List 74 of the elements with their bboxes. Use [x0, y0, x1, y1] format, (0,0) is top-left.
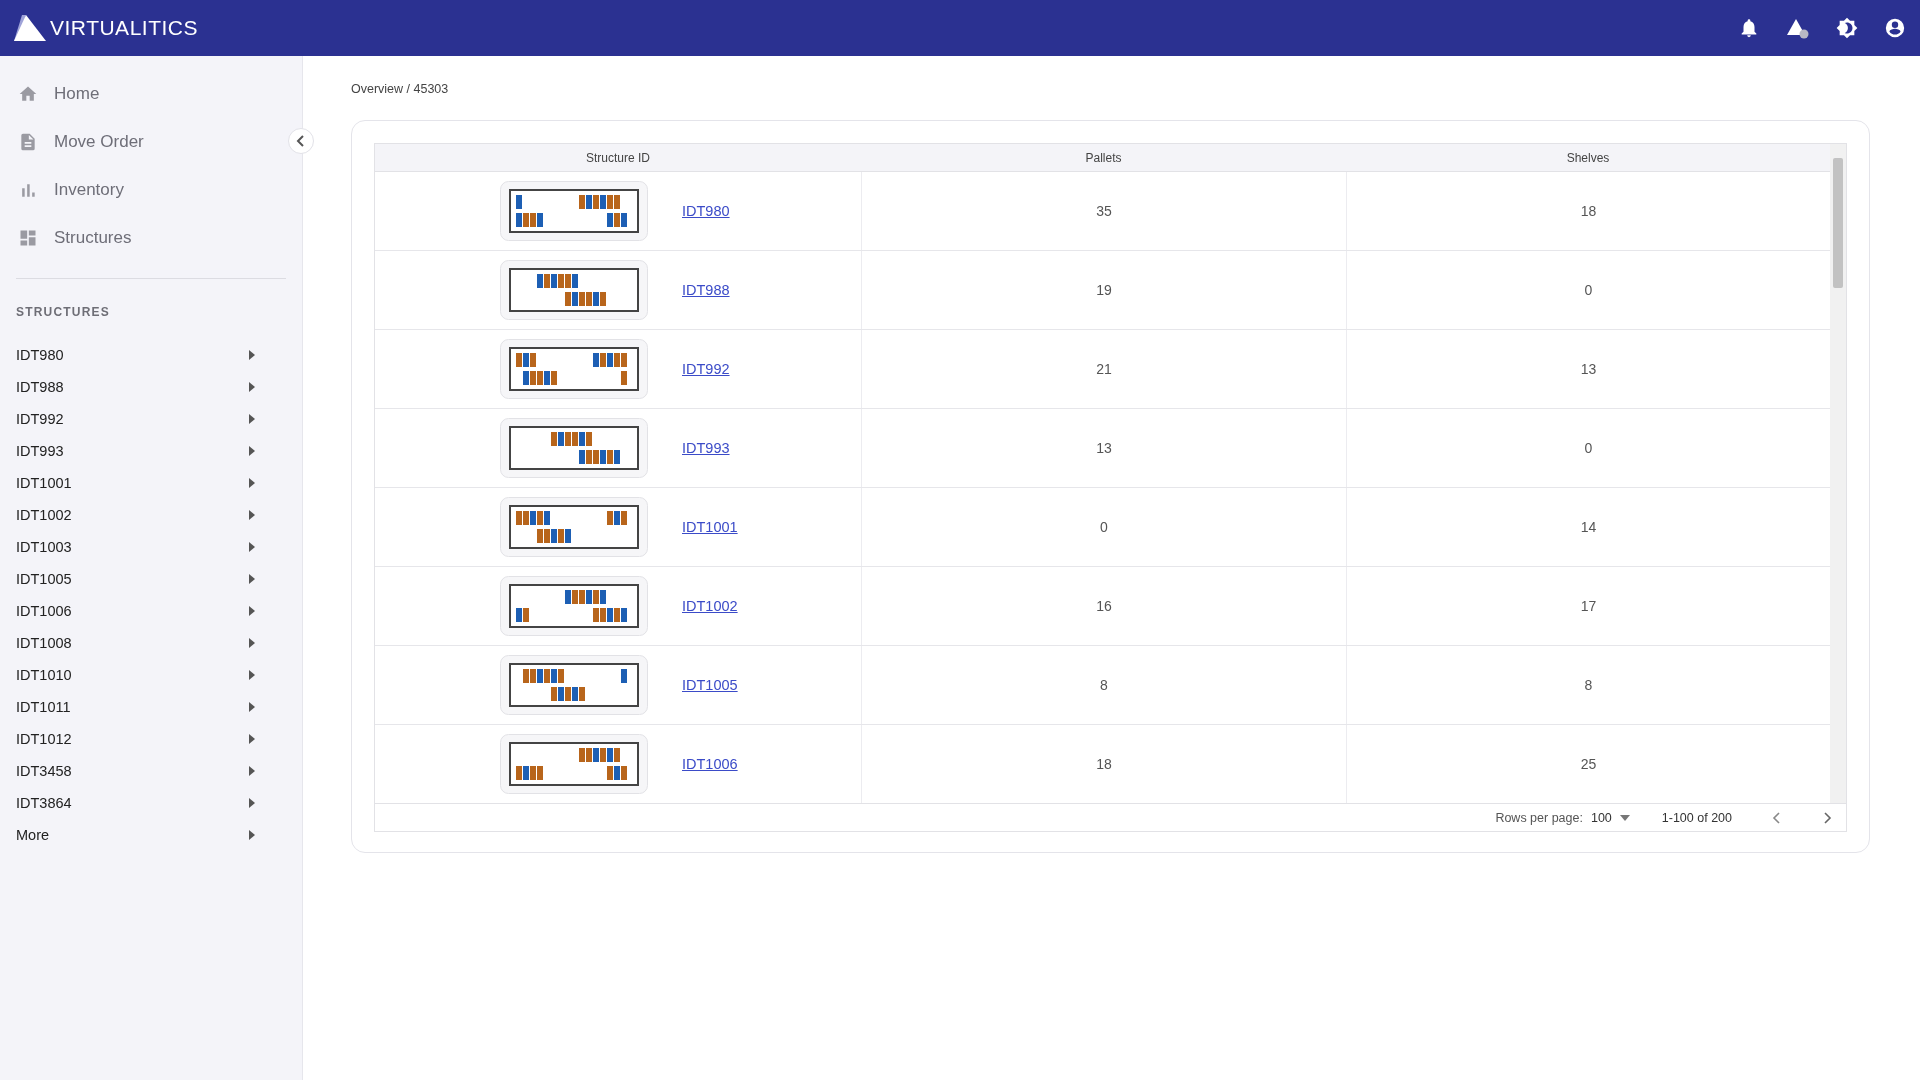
structure-label: IDT1002 [16, 507, 72, 523]
column-header: Shelves [1565, 149, 1611, 167]
structure-link[interactable]: IDT993 [682, 440, 730, 456]
rows-per-page-select[interactable]: 100 [1590, 810, 1630, 825]
previous-page-icon[interactable] [1772, 810, 1782, 825]
nav-item[interactable]: Home [16, 70, 256, 118]
table-cell: 18 [861, 725, 1346, 803]
section-heading: STRUCTURES [16, 305, 111, 319]
structure-label: IDT1012 [16, 731, 72, 747]
structure-item[interactable]: IDT3458 [16, 755, 302, 787]
structure-item[interactable]: IDT993 [16, 435, 302, 467]
structure-item[interactable]: IDT988 [16, 371, 302, 403]
logo-icon [12, 15, 48, 41]
structure-label: IDT992 [16, 411, 64, 427]
page-range: 1-100 of 200 [1661, 810, 1732, 825]
structure-label: IDT993 [16, 443, 64, 459]
structure-item[interactable]: IDT1011 [16, 691, 302, 723]
column-header: Pallets [1084, 149, 1123, 167]
structure-link[interactable]: IDT988 [682, 282, 730, 298]
logo-text: VIRTUALITICS [50, 16, 198, 40]
structure-item[interactable]: IDT980 [16, 339, 302, 371]
structure-link[interactable]: IDT1002 [682, 598, 738, 614]
table-cell: 13 [861, 409, 1346, 487]
structure-item[interactable]: IDT1006 [16, 595, 302, 627]
nav-item[interactable]: Inventory [16, 166, 256, 214]
rows-per-page-label: Rows per page: [1495, 810, 1583, 825]
structure-item[interactable]: IDT3864 [16, 787, 302, 819]
table-cell: 35 [861, 172, 1346, 250]
table-cell: 16 [861, 567, 1346, 645]
structure-label: More [16, 827, 50, 843]
home-icon [18, 84, 38, 104]
structure-item[interactable]: IDT1003 [16, 531, 302, 563]
document-icon [18, 132, 38, 152]
structure-link[interactable]: IDT1005 [682, 677, 738, 693]
structure-label: IDT1011 [16, 699, 71, 715]
structure-label: IDT1005 [16, 571, 72, 587]
structure-label: IDT3458 [16, 763, 72, 779]
next-page-icon[interactable] [1822, 810, 1832, 825]
brightness-icon[interactable] [1836, 17, 1858, 39]
structure-item[interactable]: IDT1002 [16, 499, 302, 531]
nav-item[interactable]: Move Order [16, 118, 256, 166]
table-cell: 19 [861, 251, 1346, 329]
structure-item[interactable]: More [16, 819, 302, 851]
structure-item[interactable]: IDT992 [16, 403, 302, 435]
chevron-left-icon [296, 135, 306, 147]
structure-label: IDT1003 [16, 539, 72, 555]
structure-link[interactable]: IDT992 [682, 361, 730, 377]
structure-label: IDT1006 [16, 603, 72, 619]
account-icon[interactable] [1884, 17, 1906, 39]
scrollbar[interactable] [1830, 144, 1846, 803]
structure-item[interactable]: IDT1010 [16, 659, 302, 691]
triangle-icon[interactable] [1786, 17, 1810, 39]
structure-item[interactable]: IDT1001 [16, 467, 302, 499]
structure-item[interactable]: IDT1012 [16, 723, 302, 755]
structure-label: IDT1010 [16, 667, 72, 683]
structure-label: IDT988 [16, 379, 64, 395]
table-cell: 8 [861, 646, 1346, 724]
structure-label: IDT980 [16, 347, 64, 363]
dashboard-icon [18, 228, 38, 248]
structure-link[interactable]: IDT980 [682, 203, 730, 219]
structure-item[interactable]: IDT1008 [16, 627, 302, 659]
breadcrumb: Overview / 45303 [351, 82, 450, 96]
structure-label: IDT1008 [16, 635, 72, 651]
structure-item[interactable]: IDT1005 [16, 563, 302, 595]
column-header: Structure ID [585, 149, 651, 167]
structure-label: IDT1001 [16, 475, 72, 491]
table-cell: 21 [861, 330, 1346, 408]
structure-label: IDT3864 [16, 795, 72, 811]
nav-item[interactable]: Structures [16, 214, 256, 262]
structure-link[interactable]: IDT1006 [682, 756, 738, 772]
structure-link[interactable]: IDT1001 [682, 519, 738, 535]
dropdown-caret-icon [1619, 814, 1630, 821]
table-cell: 0 [861, 488, 1346, 566]
collapse-button[interactable] [288, 128, 314, 154]
